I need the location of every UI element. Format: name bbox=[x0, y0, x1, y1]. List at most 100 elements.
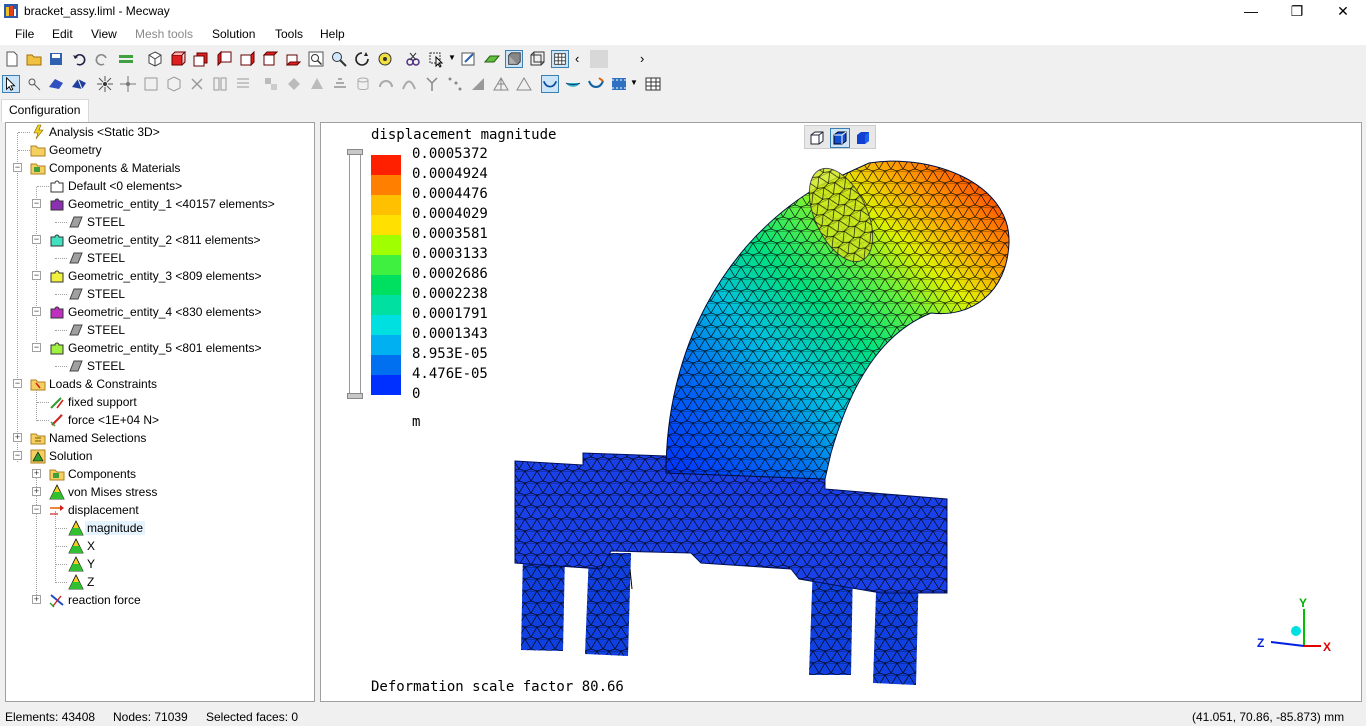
box-select-icon[interactable] bbox=[142, 75, 160, 93]
mesh-edges-icon[interactable] bbox=[551, 50, 569, 68]
tree-item-geometric-entity-5[interactable]: − Geometric_entity_5 <801 elements> bbox=[6, 339, 306, 357]
tree-item-solution[interactable]: − Solution bbox=[6, 447, 306, 465]
pan-icon[interactable] bbox=[376, 50, 394, 68]
triangle-mesh-icon[interactable] bbox=[492, 75, 510, 93]
film-icon[interactable] bbox=[610, 75, 628, 93]
menu-file[interactable]: File bbox=[15, 27, 34, 41]
view-bottom-icon[interactable] bbox=[284, 50, 302, 68]
tree-item-solution-components[interactable]: + Components bbox=[6, 465, 306, 483]
cube-tool-icon[interactable] bbox=[165, 75, 183, 93]
undo-icon[interactable] bbox=[70, 50, 88, 68]
shaded-mode-icon[interactable] bbox=[854, 129, 872, 147]
collapse-toggle[interactable]: − bbox=[13, 379, 22, 388]
save-icon[interactable] bbox=[47, 50, 65, 68]
sweep-icon[interactable] bbox=[331, 75, 349, 93]
rotate-icon[interactable] bbox=[353, 50, 371, 68]
view-back-icon[interactable] bbox=[192, 50, 210, 68]
view-iso-icon[interactable] bbox=[146, 50, 164, 68]
tree-item-magnitude[interactable]: magnitude bbox=[6, 519, 306, 537]
toolbar-scroll-thumb[interactable] bbox=[590, 50, 608, 68]
new-file-icon[interactable] bbox=[3, 50, 21, 68]
collapse-toggle[interactable]: − bbox=[13, 451, 22, 460]
shaded-edges-mode-icon[interactable] bbox=[830, 128, 850, 148]
tree-item-material-steel[interactable]: STEEL bbox=[6, 357, 306, 375]
open-folder-icon[interactable] bbox=[25, 50, 43, 68]
tree-item-material-steel[interactable]: STEEL bbox=[6, 213, 306, 231]
redo-icon[interactable] bbox=[93, 50, 111, 68]
collapse-toggle[interactable]: − bbox=[32, 505, 41, 514]
tree-item-von-mises-stress[interactable]: + von Mises stress bbox=[6, 483, 306, 501]
solid-view-icon[interactable] bbox=[505, 50, 523, 68]
select-element-icon[interactable] bbox=[70, 75, 88, 93]
tree-item-z[interactable]: Z bbox=[6, 573, 306, 591]
view-right-icon[interactable] bbox=[238, 50, 256, 68]
view-top-icon[interactable] bbox=[261, 50, 279, 68]
menu-edit[interactable]: Edit bbox=[52, 27, 73, 41]
bend-icon[interactable] bbox=[377, 75, 395, 93]
solve-icon[interactable] bbox=[117, 50, 135, 68]
scatter-icon[interactable] bbox=[446, 75, 464, 93]
scroll-right-icon[interactable]: › bbox=[640, 51, 658, 69]
tree-item-default[interactable]: Default <0 elements> bbox=[6, 177, 306, 195]
tree-item-geometric-entity-2[interactable]: − Geometric_entity_2 <811 elements> bbox=[6, 231, 306, 249]
tree-item-geometric-entity-1[interactable]: − Geometric_entity_1 <40157 elements> bbox=[6, 195, 306, 213]
tree-item-displacement[interactable]: − displacement bbox=[6, 501, 306, 519]
minimize-button[interactable]: — bbox=[1228, 0, 1274, 23]
tree-item-y[interactable]: Y bbox=[6, 555, 306, 573]
menu-mesh-tools[interactable]: Mesh tools bbox=[135, 27, 193, 41]
delete-icon[interactable] bbox=[188, 75, 206, 93]
wireframe-view-icon[interactable] bbox=[528, 50, 546, 68]
select-node-icon[interactable] bbox=[25, 75, 43, 93]
tab-configuration[interactable]: Configuration bbox=[1, 99, 89, 122]
close-button[interactable]: ✕ bbox=[1320, 0, 1366, 23]
collapse-toggle[interactable]: − bbox=[13, 163, 22, 172]
tree-item-material-steel[interactable]: STEEL bbox=[6, 321, 306, 339]
collapse-toggle[interactable]: − bbox=[32, 343, 41, 352]
deformed-shape-icon[interactable] bbox=[541, 75, 559, 93]
tree-item-components-materials[interactable]: − Components & Materials bbox=[6, 159, 306, 177]
tree-item-reaction-force[interactable]: + reaction force bbox=[6, 591, 306, 609]
align-icon[interactable] bbox=[234, 75, 252, 93]
tree-item-analysis[interactable]: Analysis <Static 3D> bbox=[6, 123, 306, 141]
extrude-icon[interactable] bbox=[285, 75, 303, 93]
cylinder-icon[interactable] bbox=[354, 75, 372, 93]
menu-solution[interactable]: Solution bbox=[212, 27, 255, 41]
contour-icon[interactable] bbox=[564, 75, 582, 93]
expand-toggle[interactable]: + bbox=[13, 433, 22, 442]
view-front-icon[interactable] bbox=[169, 50, 187, 68]
table-icon[interactable] bbox=[644, 75, 662, 93]
model-viewport[interactable]: Y X Z displacement magnitude 0.0005372 0.… bbox=[320, 122, 1362, 702]
cut-plane-icon[interactable] bbox=[404, 50, 422, 68]
merge-icon[interactable] bbox=[262, 75, 280, 93]
animate-icon[interactable] bbox=[587, 75, 605, 93]
refine-icon[interactable] bbox=[469, 75, 487, 93]
explode-icon[interactable] bbox=[96, 75, 114, 93]
wireframe-mode-icon[interactable] bbox=[808, 129, 826, 147]
tree-item-material-steel[interactable]: STEEL bbox=[6, 249, 306, 267]
menu-view[interactable]: View bbox=[91, 27, 117, 41]
expand-toggle[interactable]: + bbox=[32, 595, 41, 604]
move-nodes-icon[interactable] bbox=[119, 75, 137, 93]
legend-slider-bottom-handle[interactable] bbox=[347, 393, 363, 399]
tree-item-loads-constraints[interactable]: − Loads & Constraints bbox=[6, 375, 306, 393]
revolve-icon[interactable] bbox=[308, 75, 326, 93]
menu-tools[interactable]: Tools bbox=[275, 27, 303, 41]
tree-item-force[interactable]: force <1E+04 N> bbox=[6, 411, 306, 429]
selection-mode-icon[interactable] bbox=[427, 50, 445, 68]
select-face-icon[interactable] bbox=[47, 75, 65, 93]
zoom-fit-icon[interactable] bbox=[307, 50, 325, 68]
annotate-icon[interactable] bbox=[460, 50, 478, 68]
collapse-toggle[interactable]: − bbox=[32, 307, 41, 316]
surface-shading-icon[interactable] bbox=[483, 50, 501, 68]
collapse-toggle[interactable]: − bbox=[32, 199, 41, 208]
view-left-icon[interactable] bbox=[215, 50, 233, 68]
collapse-toggle[interactable]: − bbox=[32, 271, 41, 280]
tree-item-geometric-entity-4[interactable]: − Geometric_entity_4 <830 elements> bbox=[6, 303, 306, 321]
tree-item-named-selections[interactable]: + Named Selections bbox=[6, 429, 306, 447]
menu-help[interactable]: Help bbox=[320, 27, 345, 41]
legend-slider-top-handle[interactable] bbox=[347, 149, 363, 155]
triangle-icon[interactable] bbox=[515, 75, 533, 93]
twist-icon[interactable] bbox=[400, 75, 418, 93]
zoom-icon[interactable] bbox=[330, 50, 348, 68]
expand-toggle[interactable]: + bbox=[32, 469, 41, 478]
